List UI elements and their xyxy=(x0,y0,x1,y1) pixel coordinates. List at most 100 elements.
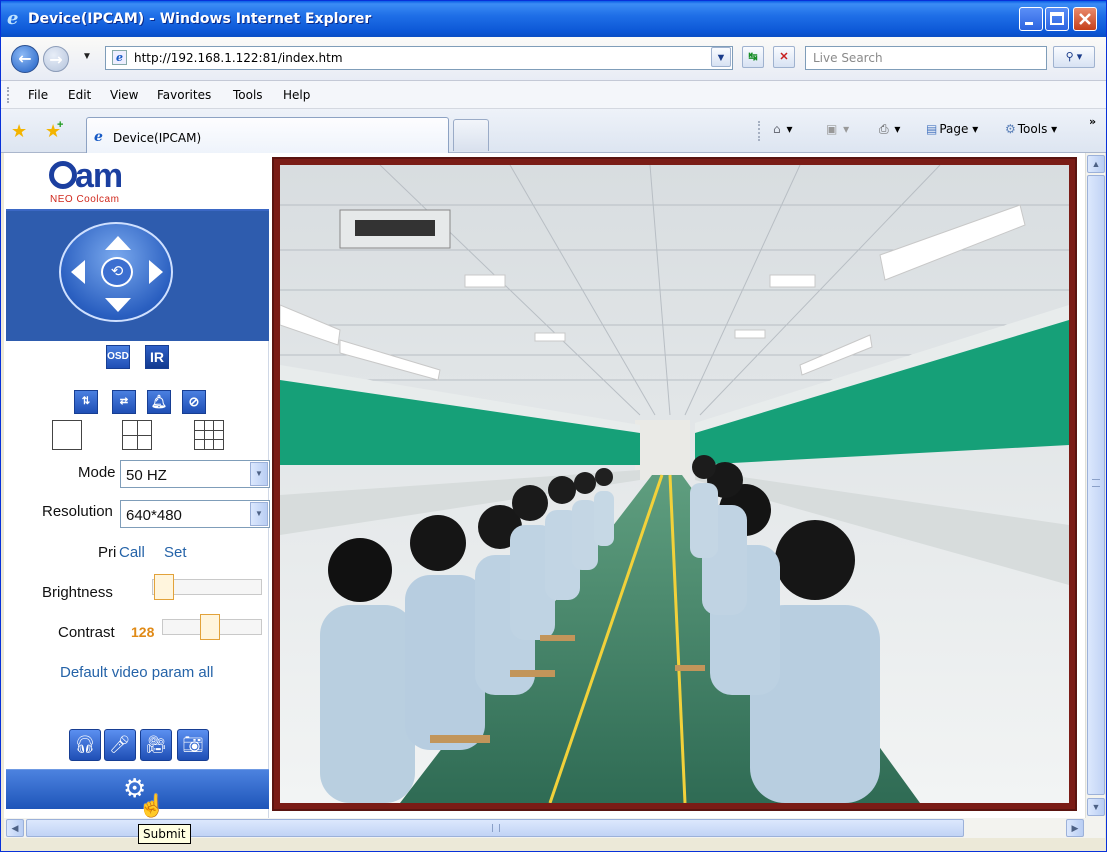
minimize-icon xyxy=(1025,22,1033,25)
pan-up-icon[interactable] xyxy=(105,236,131,250)
maximize-icon xyxy=(1050,12,1064,25)
toolbar-separator xyxy=(758,121,760,141)
logo-ring-icon xyxy=(49,161,77,189)
patrol-center-icon[interactable]: ⟲ xyxy=(101,257,133,287)
camera-icon[interactable]: 📷︎ xyxy=(177,729,209,761)
preset-call-link[interactable]: Call xyxy=(119,544,145,561)
resolution-label: Resolution xyxy=(42,503,113,520)
microphone-icon[interactable]: 🎤︎ xyxy=(104,729,136,761)
vertical-scrollbar[interactable]: ▲ ▼ xyxy=(1085,153,1105,818)
stop-button[interactable]: ✕ xyxy=(773,46,795,68)
mirror-icon[interactable]: ⇄ xyxy=(112,390,136,414)
address-value: http://192.168.1.122:81/index.htm xyxy=(134,51,343,65)
chevron-up-icon: ▲ xyxy=(1091,159,1101,169)
tab-device-ipcam[interactable]: e Device(IPCAM) xyxy=(86,117,449,154)
toolbar-grip[interactable] xyxy=(7,87,9,103)
arrow-left-icon: ← xyxy=(18,49,32,68)
printer-icon: ⎙ xyxy=(879,122,889,136)
menu-favorites[interactable]: Favorites xyxy=(157,88,211,102)
browser-window: e Device(IPCAM) - Windows Internet Explo… xyxy=(0,0,1107,852)
arrow-right-icon: → xyxy=(49,50,63,69)
default-video-params-link[interactable]: Default video param all xyxy=(60,664,213,681)
forward-button[interactable]: → xyxy=(43,46,69,72)
close-button[interactable] xyxy=(1073,7,1097,31)
recent-pages-dropdown-icon[interactable]: ▼ xyxy=(82,51,92,62)
tools-menu-button[interactable]: ⚙ Tools ▾ xyxy=(1005,122,1057,136)
preset-label: Pri xyxy=(98,544,117,561)
more-commands-chevron[interactable]: » xyxy=(1089,115,1096,128)
scroll-up-button[interactable]: ▲ xyxy=(1087,155,1105,173)
nine-view-layout-icon[interactable] xyxy=(194,420,224,450)
search-button[interactable]: ⚲ ▾ xyxy=(1053,46,1095,68)
mode-value: 50 HZ xyxy=(126,467,167,484)
print-button[interactable]: ⎙ ▾ xyxy=(879,122,900,137)
contrast-label: Contrast xyxy=(58,624,115,641)
refresh-button[interactable]: ↹ xyxy=(742,46,764,68)
osd-button[interactable]: OSD xyxy=(106,345,130,369)
page-icon: ▤ xyxy=(926,122,938,136)
preset-set-link[interactable]: Set xyxy=(164,544,187,561)
chevron-left-icon: ◀ xyxy=(11,823,19,833)
brightness-slider-thumb[interactable] xyxy=(154,574,174,600)
chevron-down-icon: ▼ xyxy=(250,462,268,486)
search-placeholder: Live Search xyxy=(813,51,883,65)
search-input[interactable]: Live Search xyxy=(805,46,1047,70)
tab-label: Device(IPCAM) xyxy=(113,131,202,145)
back-button[interactable]: ← xyxy=(11,45,39,73)
video-camera-icon[interactable]: 🎥︎ xyxy=(140,729,172,761)
camera-control-panel: am NEO Coolcam ⟲ OSD IR ⇅ ⇄ 🔔︎ ⊘ Mode 50… xyxy=(4,153,270,818)
submit-tooltip: Submit xyxy=(138,824,191,844)
scroll-right-button[interactable]: ▶ xyxy=(1066,819,1084,837)
logo-subtitle: NEO Coolcam xyxy=(50,194,120,205)
menu-tools[interactable]: Tools xyxy=(233,88,263,102)
stop-icon: ✕ xyxy=(779,51,789,63)
favorites-center-icon[interactable]: ★ xyxy=(11,121,27,142)
scroll-down-button[interactable]: ▼ xyxy=(1087,798,1105,816)
maximize-button[interactable] xyxy=(1045,7,1069,31)
page-menu-button[interactable]: ▤ Page ▾ xyxy=(926,122,978,136)
menu-help[interactable]: Help xyxy=(283,88,310,102)
menu-file[interactable]: File xyxy=(28,88,48,102)
search-icon: ⚲ ▾ xyxy=(1065,51,1083,63)
address-dropdown-button[interactable]: ▼ xyxy=(711,47,731,67)
bell-icon[interactable]: 🔔︎ xyxy=(147,390,171,414)
menu-edit[interactable]: Edit xyxy=(68,88,91,102)
single-view-layout-icon[interactable] xyxy=(52,420,82,450)
logo: am NEO Coolcam xyxy=(6,153,269,211)
grip-icon xyxy=(492,824,500,832)
address-input[interactable]: e http://192.168.1.122:81/index.htm xyxy=(105,46,733,70)
pan-down-icon[interactable] xyxy=(105,298,131,312)
menu-bar: File Edit View Favorites Tools Help xyxy=(1,81,1106,109)
chevron-down-icon: ▼ xyxy=(715,52,727,64)
contrast-value: 128 xyxy=(131,624,155,640)
ie-page-icon: e xyxy=(94,129,103,145)
pan-right-icon[interactable] xyxy=(149,260,163,284)
ptz-pad: ⟲ xyxy=(59,222,173,322)
coolcam-logo: am xyxy=(49,157,123,196)
pan-left-icon[interactable] xyxy=(71,260,85,284)
new-tab-button[interactable] xyxy=(453,119,489,151)
chevron-down-icon: ▼ xyxy=(250,502,268,526)
contrast-slider-thumb[interactable] xyxy=(200,614,220,640)
four-view-layout-icon[interactable] xyxy=(122,420,152,450)
title-bar[interactable]: e Device(IPCAM) - Windows Internet Explo… xyxy=(1,1,1106,37)
mode-label: Mode xyxy=(78,464,116,481)
address-toolbar: ← → ▼ e http://192.168.1.122:81/index.ht… xyxy=(1,37,1106,81)
home-button[interactable]: ⌂ ▾ xyxy=(773,122,792,136)
minimize-button[interactable] xyxy=(1019,7,1043,31)
flip-icon[interactable]: ⇅ xyxy=(74,390,98,414)
chevron-down-icon: ▼ xyxy=(1091,802,1101,812)
vertical-scroll-thumb[interactable] xyxy=(1087,175,1105,795)
scroll-left-button[interactable]: ◀ xyxy=(6,819,24,837)
refresh-icon: ↹ xyxy=(748,51,758,63)
mode-select[interactable]: 50 HZ ▼ xyxy=(120,460,270,488)
feeds-button[interactable]: ▣ ▾ xyxy=(826,122,849,136)
headphones-icon[interactable]: 🎧︎ xyxy=(69,729,101,761)
bell-off-icon[interactable]: ⊘ xyxy=(182,390,206,414)
plus-icon: + xyxy=(57,119,64,131)
menu-view[interactable]: View xyxy=(110,88,138,102)
resolution-value: 640*480 xyxy=(126,507,182,524)
resolution-select[interactable]: 640*480 ▼ xyxy=(120,500,270,528)
ir-button[interactable]: IR xyxy=(145,345,169,369)
live-video-feed[interactable] xyxy=(280,165,1069,803)
